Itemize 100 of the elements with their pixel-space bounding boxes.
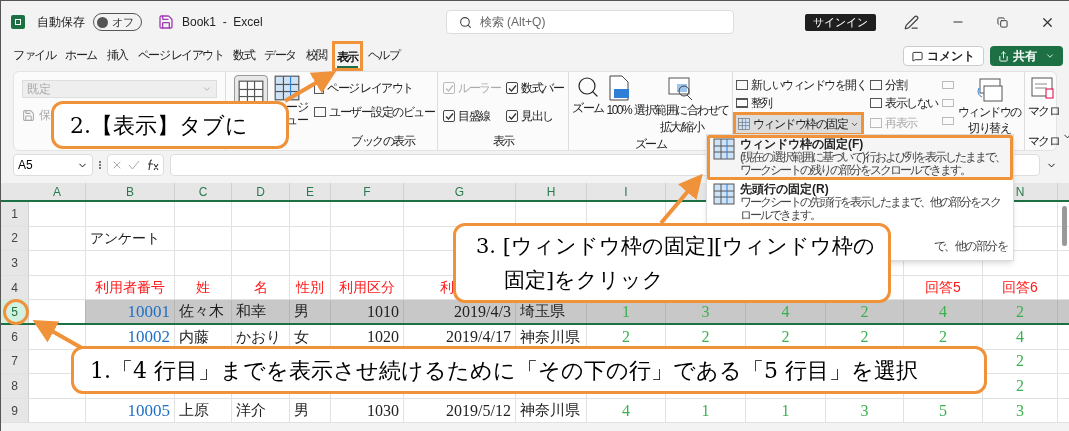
row-header[interactable]: 8 xyxy=(1,374,29,398)
group-label: マクロ xyxy=(1027,133,1060,150)
table-cell-text: 2 xyxy=(1016,375,1024,396)
table-cell-text: 1 xyxy=(701,400,710,421)
column-header[interactable]: E xyxy=(306,182,314,201)
table-cell-text: 洋介 xyxy=(236,400,266,421)
table-cell-text: 2 xyxy=(622,326,630,347)
table-cell-text: 2 xyxy=(860,301,869,322)
ribbon-tab[interactable]: 校閲 xyxy=(305,46,327,66)
table-cell-text: 2019/4/17 xyxy=(446,326,511,347)
table-cell-text: 2 xyxy=(781,326,790,347)
table-cell-text: 2 xyxy=(1016,351,1024,372)
comment-button[interactable]: コメント xyxy=(903,46,984,66)
column-header[interactable]: N xyxy=(1015,182,1025,201)
column-header[interactable]: I xyxy=(624,182,628,201)
table-cell-text: 回答5 xyxy=(925,278,961,298)
ribbon-tab[interactable]: ページ レイアウト xyxy=(137,46,224,66)
table-cell-text: かおり xyxy=(236,326,281,347)
zoom-group-button[interactable]: 選択範囲に合わせて 拡大/縮小 xyxy=(634,75,729,135)
ribbon-tab[interactable]: 表示 xyxy=(336,48,358,68)
group-label: ズーム xyxy=(634,136,667,153)
checkbox-label: ルーラー xyxy=(458,80,500,97)
window-title: Book1 - Excel xyxy=(182,14,263,31)
table-cell-text: 4 xyxy=(622,400,630,421)
table-cell-text: 2019/5/12 xyxy=(446,400,511,421)
row-header[interactable]: 7 xyxy=(1,349,29,374)
split-button[interactable]: 分割 xyxy=(870,76,938,94)
ribbon-tab[interactable]: ホーム xyxy=(65,46,97,66)
sign-in-button[interactable]: サインイン xyxy=(805,13,876,31)
table-cell-text: 男 xyxy=(294,400,309,421)
column-header[interactable]: H xyxy=(546,182,556,201)
menu-item[interactable]: ウィンドウ枠の固定(F) (現在の選択範囲に基づいて) 行および列を表示したままで、ワークシートの残りの部分をスクロールできます。 xyxy=(707,135,1013,180)
column-header[interactable]: G xyxy=(454,182,465,201)
table-cell-text: 佐々木 xyxy=(179,301,224,322)
table-cell-text: 神奈川県 xyxy=(520,326,580,347)
row-header[interactable]: 1 xyxy=(1,202,29,226)
table-cell-text: 4 xyxy=(1016,326,1024,347)
table-cell-text: 1020 xyxy=(367,326,399,347)
table-cell-text: 姓 xyxy=(196,278,210,298)
table-cell-text: 1 xyxy=(622,301,630,322)
table-cell-text: 10001 xyxy=(127,300,170,323)
annotation-tooltip: 2.【表示】タブに xyxy=(51,101,289,149)
new-window-button[interactable]: 新しいウィンドウを開く xyxy=(735,76,867,94)
table-cell-text: 1 xyxy=(781,400,790,421)
table-cell-text: アンケート xyxy=(90,228,160,248)
custom-views-button[interactable]: ユーザー設定のビュー xyxy=(314,103,434,121)
table-cell-text: 3 xyxy=(1016,400,1024,421)
ribbon-tab[interactable]: 数式 xyxy=(233,46,255,66)
table-cell-text: 5 xyxy=(939,400,947,421)
save-view-label: 保 xyxy=(39,107,51,124)
table-cell-text: 回答6 xyxy=(1002,278,1038,298)
checkbox-label: 目盛線 xyxy=(458,108,490,125)
table-cell-text: 埼玉県 xyxy=(520,301,565,322)
row-header[interactable]: 2 xyxy=(1,226,29,251)
checkbox-label: 見出し xyxy=(521,108,553,125)
table-cell-text: 女 xyxy=(294,326,309,347)
annotation-tooltip: 3. [ウィンドウ枠の固定][ウィンドウ枠の固定]をクリック xyxy=(453,223,891,303)
column-header[interactable]: B xyxy=(126,182,134,201)
table-cell-text: 4 xyxy=(939,301,947,322)
zoom-group-button[interactable]: ズーム xyxy=(572,75,604,116)
row-header[interactable]: 6 xyxy=(1,324,29,349)
ribbon-tab[interactable]: ファイル xyxy=(13,46,55,66)
table-cell-text: 2 xyxy=(701,326,710,347)
row-header[interactable]: 4 xyxy=(1,275,29,300)
group-label: 表示 xyxy=(492,133,514,150)
ribbon-tab[interactable]: ヘルプ xyxy=(367,46,400,66)
annotation-tooltip: 1.「4 行目」までを表示させ続けるために「その下の行」である「5 行目」を選択 xyxy=(71,346,987,394)
table-cell-text: 和幸 xyxy=(236,301,266,322)
page-layout-button[interactable]: ページ レイアウト xyxy=(314,79,434,97)
zoom-group-button[interactable]: 100% xyxy=(606,75,632,118)
share-button[interactable]: 共有 xyxy=(990,46,1063,66)
table-cell-text: 性別 xyxy=(296,278,324,298)
table-cell-text: 2019/4/3 xyxy=(454,301,511,322)
checkbox-label: 数式バー xyxy=(521,80,563,97)
column-header[interactable]: D xyxy=(256,182,265,201)
table-cell-text: 2 xyxy=(860,326,869,347)
name-box[interactable]: A5 xyxy=(13,154,93,176)
table-cell-text: 男 xyxy=(294,301,309,322)
ribbon-tab[interactable]: 挿入 xyxy=(106,46,128,66)
hide-button[interactable]: 表示しない xyxy=(870,94,938,112)
autosave-label: 自動保存 xyxy=(37,14,85,31)
page-break-preview-label: ージ xyxy=(286,101,307,114)
row-header[interactable]: 9 xyxy=(1,398,29,423)
column-header[interactable]: F xyxy=(363,182,371,201)
table-cell-text: 2 xyxy=(1016,301,1024,322)
column-header[interactable]: C xyxy=(198,182,208,201)
table-cell-text: 1030 xyxy=(367,400,399,421)
arrange-button[interactable]: 整列 xyxy=(735,94,867,112)
menu-item-description: で、他の部分を xyxy=(933,238,1007,255)
column-header[interactable]: A xyxy=(53,182,61,201)
table-cell-text: 1010 xyxy=(367,301,399,322)
macros-button[interactable]: マクロ xyxy=(1027,76,1060,132)
freeze-panes-button[interactable]: ウィンドウ枠の固定 xyxy=(735,115,862,133)
menu-item[interactable]: 先頭行の固定(R) ワークシートの先頭行を表示したままで、他の部分をスクロールできます。 xyxy=(707,180,1013,225)
search-field[interactable]: 検索 (Alt+Q) xyxy=(445,10,734,34)
ribbon-tab[interactable]: データ xyxy=(264,46,296,66)
table-cell-text: 3 xyxy=(701,301,710,322)
page-break-preview-label: ュー xyxy=(286,114,307,127)
table-cell-text: 10005 xyxy=(127,399,170,422)
row-header[interactable]: 3 xyxy=(1,251,29,275)
